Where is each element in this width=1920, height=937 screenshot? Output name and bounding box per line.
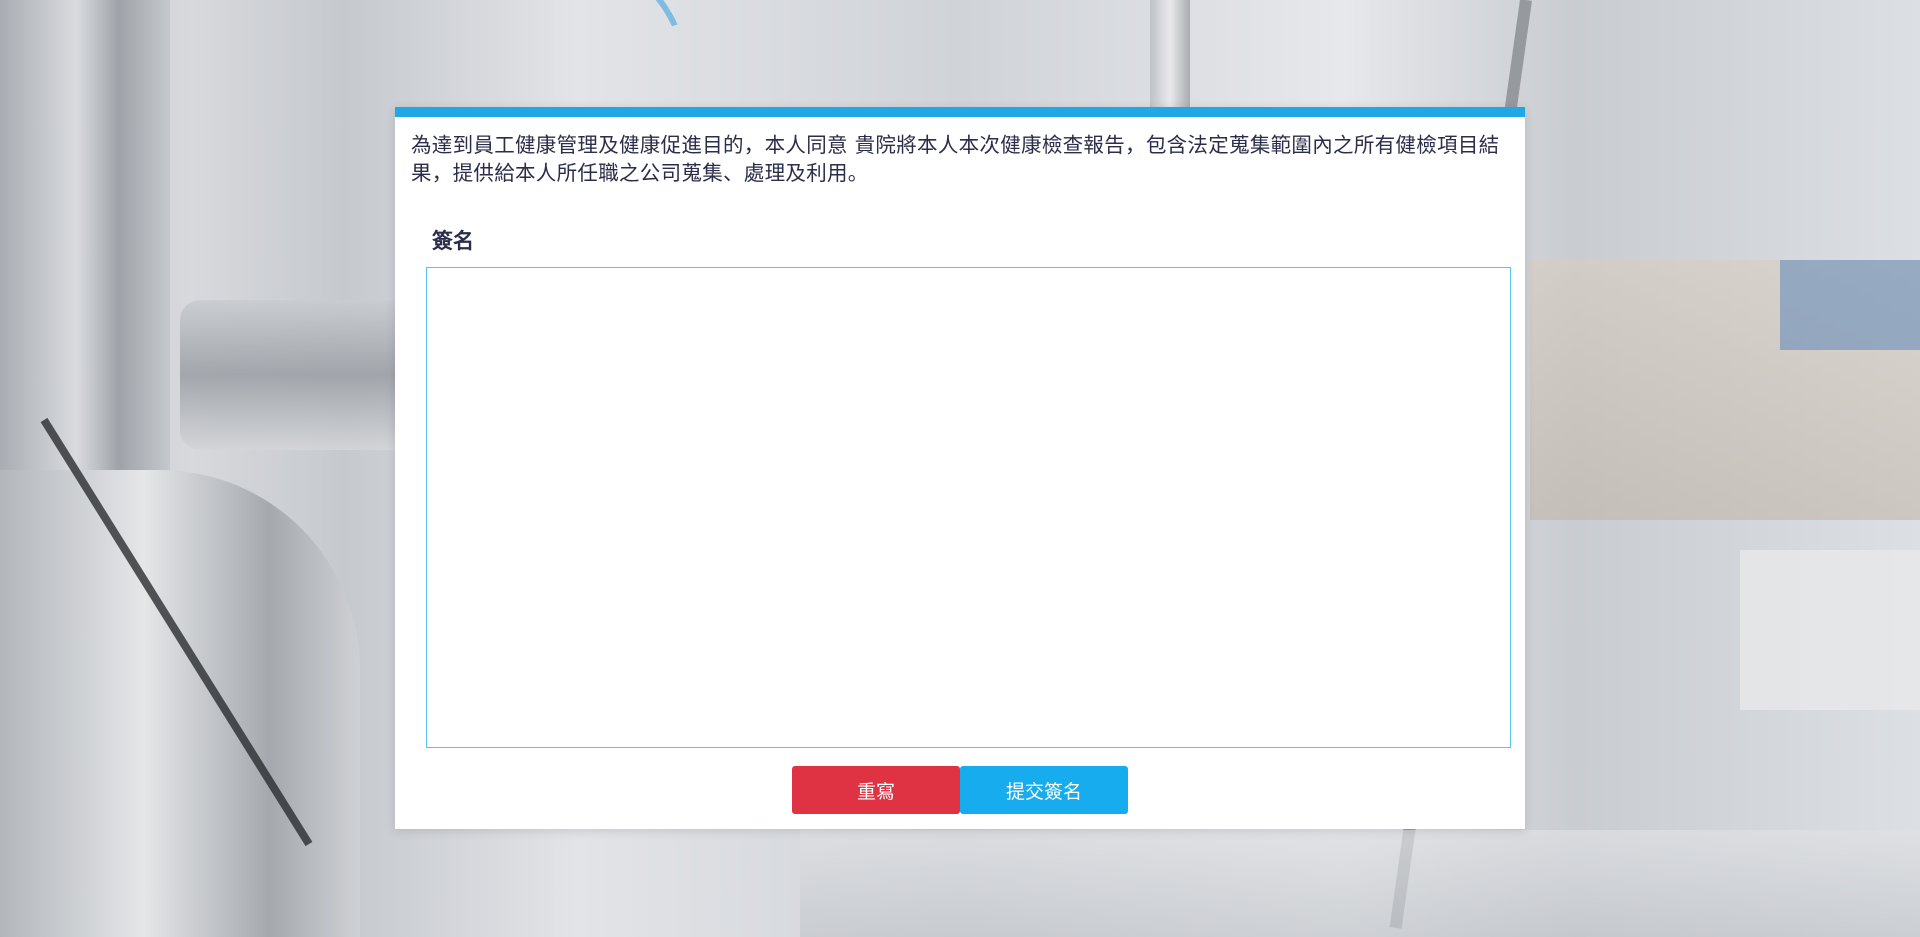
background-box [1740, 550, 1920, 710]
signature-dialog: 為達到員工健康管理及健康促進目的，本人同意 貴院將本人本次健康檢查報告，包含法定… [395, 107, 1525, 829]
background-blue-panel [1780, 260, 1920, 350]
background-rod [1150, 0, 1190, 110]
background-flange [180, 300, 420, 450]
consent-text: 為達到員工健康管理及健康促進目的，本人同意 貴院將本人本次健康檢查報告，包含法定… [411, 133, 1500, 185]
signature-label: 簽名 [432, 229, 474, 253]
background-pipe [0, 470, 360, 937]
reset-button[interactable]: 重寫 [792, 766, 960, 814]
submit-signature-button[interactable]: 提交簽名 [960, 766, 1128, 814]
signature-pad[interactable] [426, 267, 1511, 748]
background-floor [800, 830, 1920, 937]
